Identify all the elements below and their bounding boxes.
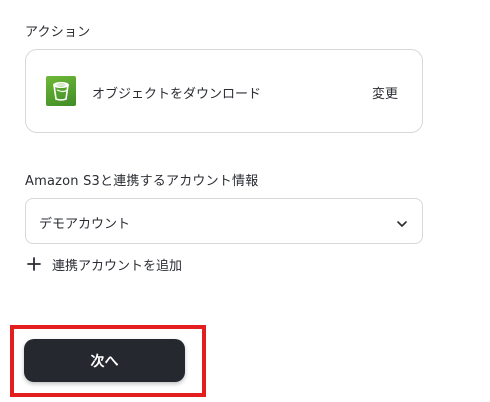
action-card: オブジェクトをダウンロード 変更 <box>25 49 423 133</box>
account-select[interactable]: デモアカウント <box>25 198 423 244</box>
account-section-label: Amazon S3と連携するアカウント情報 <box>25 174 259 189</box>
add-account-label: 連携アカウントを追加 <box>52 258 183 274</box>
add-account-button[interactable]: 連携アカウントを追加 <box>25 254 182 274</box>
next-button[interactable]: 次へ <box>24 339 185 382</box>
action-name: オブジェクトをダウンロード <box>92 87 262 102</box>
account-select-value: デモアカウント <box>39 217 131 232</box>
change-action-button[interactable]: 変更 <box>372 83 398 102</box>
s3-bucket-icon <box>46 76 76 106</box>
action-section-label: アクション <box>25 25 91 40</box>
chevron-down-icon <box>396 215 408 227</box>
plus-icon <box>25 255 43 273</box>
